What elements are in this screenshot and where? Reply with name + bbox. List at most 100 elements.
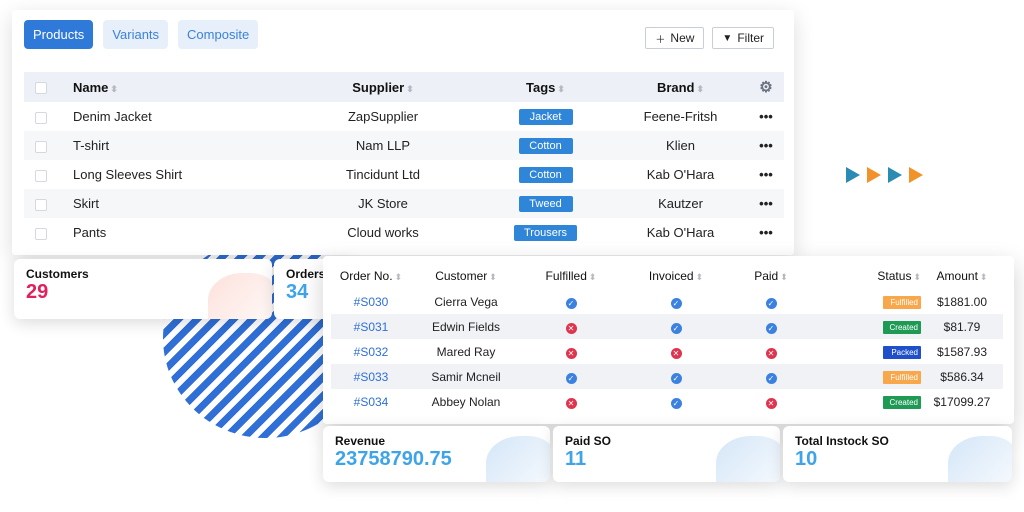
order-link[interactable]: #S034 bbox=[354, 395, 389, 409]
check-circle-icon: ✓ bbox=[670, 372, 682, 384]
row-select-cell bbox=[24, 102, 58, 131]
column-header-paid-label: Paid bbox=[754, 268, 779, 283]
sort-icon: ⬍ bbox=[394, 271, 403, 282]
sort-icon: ⬍ bbox=[696, 83, 705, 94]
check-circle-icon: ✓ bbox=[565, 372, 577, 384]
order-amount: $586.34 bbox=[921, 364, 1003, 389]
tag-badge[interactable]: Tweed bbox=[518, 196, 573, 212]
column-header-amount[interactable]: Amount ⬍ bbox=[921, 262, 1003, 289]
fulfilled-cell: ✕ bbox=[521, 314, 621, 339]
paid-so-value: 11 bbox=[565, 448, 587, 470]
products-table: Name ⬍ Supplier ⬍ Tags ⬍ Brand ⬍ ⚙ Denim Jac… bbox=[24, 72, 784, 247]
column-header-name[interactable]: Name ⬍ bbox=[58, 72, 288, 102]
column-header-status[interactable]: Status ⬍ bbox=[811, 262, 921, 289]
products-toolbar: ＋ New ▼ Filter bbox=[645, 27, 774, 49]
select-all-cell bbox=[24, 72, 58, 102]
filter-button[interactable]: ▼ Filter bbox=[712, 27, 774, 49]
table-row[interactable]: Skirt JK Store Tweed Kautzer ••• bbox=[24, 189, 784, 218]
invoiced-cell: ✓ bbox=[621, 389, 731, 414]
product-name: T-shirt bbox=[58, 131, 288, 160]
paid-cell: ✓ bbox=[731, 289, 811, 314]
tab-composite[interactable]: Composite bbox=[178, 20, 259, 49]
check-circle-icon: ✓ bbox=[765, 297, 777, 309]
row-actions-menu[interactable]: ••• bbox=[748, 189, 784, 218]
column-header-order-no-label: Order No. bbox=[339, 268, 393, 283]
table-row[interactable]: #S032 Mared Ray ✕ ✕ ✕ Packed $1587.93 bbox=[331, 339, 1003, 364]
column-header-brand[interactable]: Brand ⬍ bbox=[613, 72, 748, 102]
table-row[interactable]: T-shirt Nam LLP Cotton Klien ••• bbox=[24, 131, 784, 160]
table-row[interactable]: #S034 Abbey Nolan ✕ ✓ ✕ Created $17099.27 bbox=[331, 389, 1003, 414]
gear-icon[interactable]: ⚙ bbox=[759, 79, 772, 96]
select-all-checkbox[interactable] bbox=[35, 82, 47, 95]
row-checkbox[interactable] bbox=[35, 169, 47, 182]
sort-icon: ⬍ bbox=[588, 271, 597, 282]
new-button[interactable]: ＋ New bbox=[645, 27, 705, 49]
status-badge: Packed bbox=[883, 346, 921, 359]
column-header-brand-label: Brand bbox=[656, 79, 695, 95]
tag-badge[interactable]: Jacket bbox=[518, 109, 573, 125]
orders-table: Order No. ⬍ Customer ⬍ Fulfilled ⬍ Invoiced… bbox=[331, 262, 1003, 414]
tab-variants[interactable]: Variants bbox=[103, 20, 169, 49]
column-header-paid[interactable]: Paid ⬍ bbox=[731, 262, 811, 289]
revenue-value: 23758790.75 bbox=[335, 448, 452, 470]
sort-icon: ⬍ bbox=[489, 271, 497, 282]
product-supplier: Cloud works bbox=[347, 225, 419, 240]
order-amount: $1881.00 bbox=[936, 294, 988, 309]
order-no-cell: #S032 bbox=[331, 339, 411, 364]
paid-cell: ✓ bbox=[731, 364, 811, 389]
tag-badge[interactable]: Cotton bbox=[518, 167, 573, 183]
check-circle-icon: ✓ bbox=[765, 372, 777, 384]
paid-so-label: Paid SO bbox=[565, 434, 612, 448]
tag-badge[interactable]: Cotton bbox=[518, 138, 573, 154]
order-link[interactable]: #S033 bbox=[354, 370, 389, 384]
tag-badge[interactable]: Trousers bbox=[514, 225, 577, 241]
column-header-invoiced[interactable]: Invoiced ⬍ bbox=[621, 262, 731, 289]
filter-icon: ▼ bbox=[722, 32, 733, 44]
check-circle-icon: ✓ bbox=[670, 297, 682, 309]
table-row[interactable]: #S031 Edwin Fields ✕ ✓ ✓ Created $81.79 bbox=[331, 314, 1003, 339]
table-row[interactable]: Pants Cloud works Trousers Kab O'Hara ••… bbox=[24, 218, 784, 247]
sort-icon: ⬍ bbox=[557, 83, 565, 94]
table-row[interactable]: #S033 Samir Mcneil ✓ ✓ ✓ Fulfilled $586.34 bbox=[331, 364, 1003, 389]
customers-stat-card: Customers 29 bbox=[14, 259, 272, 319]
column-header-fulfilled[interactable]: Fulfilled ⬍ bbox=[521, 262, 621, 289]
order-link[interactable]: #S031 bbox=[354, 320, 389, 334]
row-checkbox[interactable] bbox=[35, 227, 47, 240]
row-actions-menu[interactable]: ••• bbox=[748, 160, 784, 189]
row-select-cell bbox=[24, 189, 58, 218]
column-settings[interactable]: ⚙ bbox=[748, 72, 784, 102]
product-name: Skirt bbox=[58, 189, 288, 218]
row-checkbox[interactable] bbox=[35, 140, 47, 153]
table-row[interactable]: Long Sleeves Shirt Tincidunt Ltd Cotton … bbox=[24, 160, 784, 189]
column-header-fulfilled-label: Fulfilled bbox=[545, 268, 587, 283]
check-circle-icon: ✓ bbox=[565, 297, 577, 309]
product-name: Pants bbox=[73, 225, 107, 240]
decorative-arrows bbox=[846, 167, 923, 183]
column-header-tags[interactable]: Tags ⬍ bbox=[478, 72, 613, 102]
column-header-customer[interactable]: Customer ⬍ bbox=[411, 262, 521, 289]
invoiced-cell: ✓ bbox=[621, 314, 731, 339]
fulfilled-cell: ✕ bbox=[521, 339, 621, 364]
row-checkbox[interactable] bbox=[35, 198, 47, 211]
table-row[interactable]: Denim Jacket ZapSupplier Jacket Feene-Fr… bbox=[24, 102, 784, 131]
status-cell: Fulfilled bbox=[811, 364, 921, 389]
row-checkbox[interactable] bbox=[35, 111, 47, 124]
order-customer: Samir Mcneil bbox=[411, 364, 521, 389]
column-header-supplier[interactable]: Supplier ⬍ bbox=[288, 72, 478, 102]
order-no-cell: #S034 bbox=[331, 389, 411, 414]
product-tag-cell: Trousers bbox=[478, 218, 613, 247]
paid-cell: ✕ bbox=[731, 339, 811, 364]
order-link[interactable]: #S032 bbox=[354, 345, 389, 359]
order-link[interactable]: #S030 bbox=[354, 295, 389, 309]
row-actions-menu[interactable]: ••• bbox=[748, 218, 784, 247]
row-actions-menu[interactable]: ••• bbox=[748, 102, 784, 131]
column-header-order-no[interactable]: Order No. ⬍ bbox=[331, 262, 411, 289]
revenue-stat-card: Revenue 23758790.75 bbox=[323, 426, 550, 482]
product-name: Denim Jacket bbox=[73, 109, 152, 124]
order-amount: $17099.27 bbox=[933, 394, 991, 409]
row-actions-menu[interactable]: ••• bbox=[748, 131, 784, 160]
table-row[interactable]: #S030 Cierra Vega ✓ ✓ ✓ Fulfilled $1881.00 bbox=[331, 289, 1003, 314]
order-no-cell: #S031 bbox=[331, 314, 411, 339]
tab-products[interactable]: Products bbox=[24, 20, 94, 49]
fulfilled-cell: ✓ bbox=[521, 364, 621, 389]
